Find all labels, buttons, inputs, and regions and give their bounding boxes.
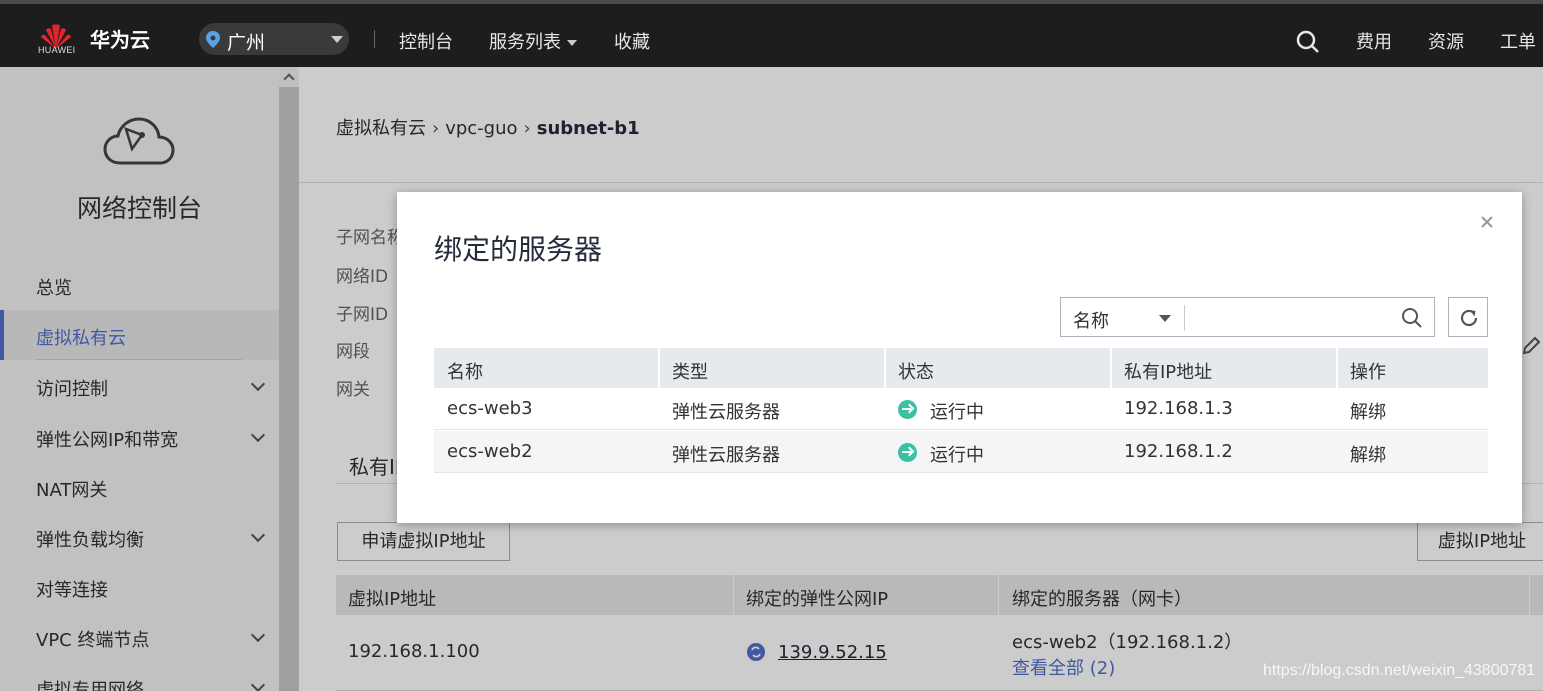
search-icon[interactable]	[1296, 30, 1320, 54]
close-icon[interactable]	[1477, 212, 1497, 232]
nav-service-list[interactable]: 服务列表	[489, 28, 577, 54]
unbind-link[interactable]: 解绑	[1350, 441, 1386, 467]
chevron-down-icon[interactable]	[1159, 315, 1171, 322]
refresh-button[interactable]	[1448, 297, 1488, 337]
nav-divider	[374, 30, 375, 48]
unbind-link[interactable]: 解绑	[1350, 398, 1386, 424]
bound-servers-dialog: 绑定的服务器 名称 名称 类型 状态 私有IP地址 操作 ecs-web3 弹性…	[397, 192, 1522, 523]
chevron-down-icon	[331, 36, 343, 43]
location-pin-icon	[206, 31, 220, 48]
search-input[interactable]	[1189, 303, 1389, 331]
column-divider	[884, 348, 886, 388]
logo-text: HUAWEI	[38, 45, 76, 55]
region-selector[interactable]: 广州	[199, 23, 349, 55]
dialog-title: 绑定的服务器	[434, 233, 603, 266]
table-row: ecs-web3 弹性云服务器 运行中 192.168.1.3 解绑	[434, 388, 1488, 430]
column-header: 状态	[898, 362, 934, 383]
server-ip: 192.168.1.3	[1124, 398, 1233, 419]
table-header: 名称 类型 状态 私有IP地址 操作	[434, 348, 1488, 388]
top-bar: HUAWEI 华为云 广州 控制台 服务列表 收藏 费用 资源 工单	[0, 0, 1543, 67]
nav-tickets[interactable]: 工单	[1500, 28, 1536, 54]
filter-field-select[interactable]: 名称	[1073, 307, 1109, 333]
server-status: 运行中	[930, 402, 984, 423]
chevron-down-icon	[567, 40, 577, 46]
column-header: 类型	[672, 362, 708, 383]
nav-console[interactable]: 控制台	[399, 28, 453, 54]
brand-name[interactable]: 华为云	[90, 24, 150, 53]
watermark-text: https://blog.csdn.net/weixin_43800781	[1263, 662, 1536, 679]
refresh-icon	[1460, 309, 1478, 327]
server-ip: 192.168.1.2	[1124, 441, 1233, 462]
server-type: 弹性云服务器	[672, 445, 780, 466]
nav-resources[interactable]: 资源	[1428, 28, 1464, 54]
region-label: 广州	[227, 32, 266, 54]
server-status: 运行中	[930, 445, 984, 466]
column-header: 私有IP地址	[1124, 362, 1213, 383]
edit-pencil-icon[interactable]	[1521, 336, 1541, 356]
status-running-icon	[898, 443, 917, 462]
column-header: 操作	[1350, 362, 1386, 383]
server-name: ecs-web3	[447, 398, 533, 419]
nav-favorites[interactable]: 收藏	[614, 28, 650, 54]
status-running-icon	[898, 400, 917, 419]
table-row: ecs-web2 弹性云服务器 运行中 192.168.1.2 解绑	[434, 431, 1488, 473]
column-header: 名称	[447, 362, 483, 383]
search-bar: 名称	[1060, 297, 1435, 337]
column-divider	[1110, 348, 1112, 388]
nav-billing[interactable]: 费用	[1356, 28, 1392, 54]
column-divider	[658, 348, 660, 388]
column-divider	[1336, 348, 1338, 388]
search-icon[interactable]	[1401, 307, 1423, 329]
server-name: ecs-web2	[447, 441, 533, 462]
server-type: 弹性云服务器	[672, 402, 780, 423]
filter-divider	[1184, 305, 1185, 331]
nav-service-list-label: 服务列表	[489, 32, 561, 53]
